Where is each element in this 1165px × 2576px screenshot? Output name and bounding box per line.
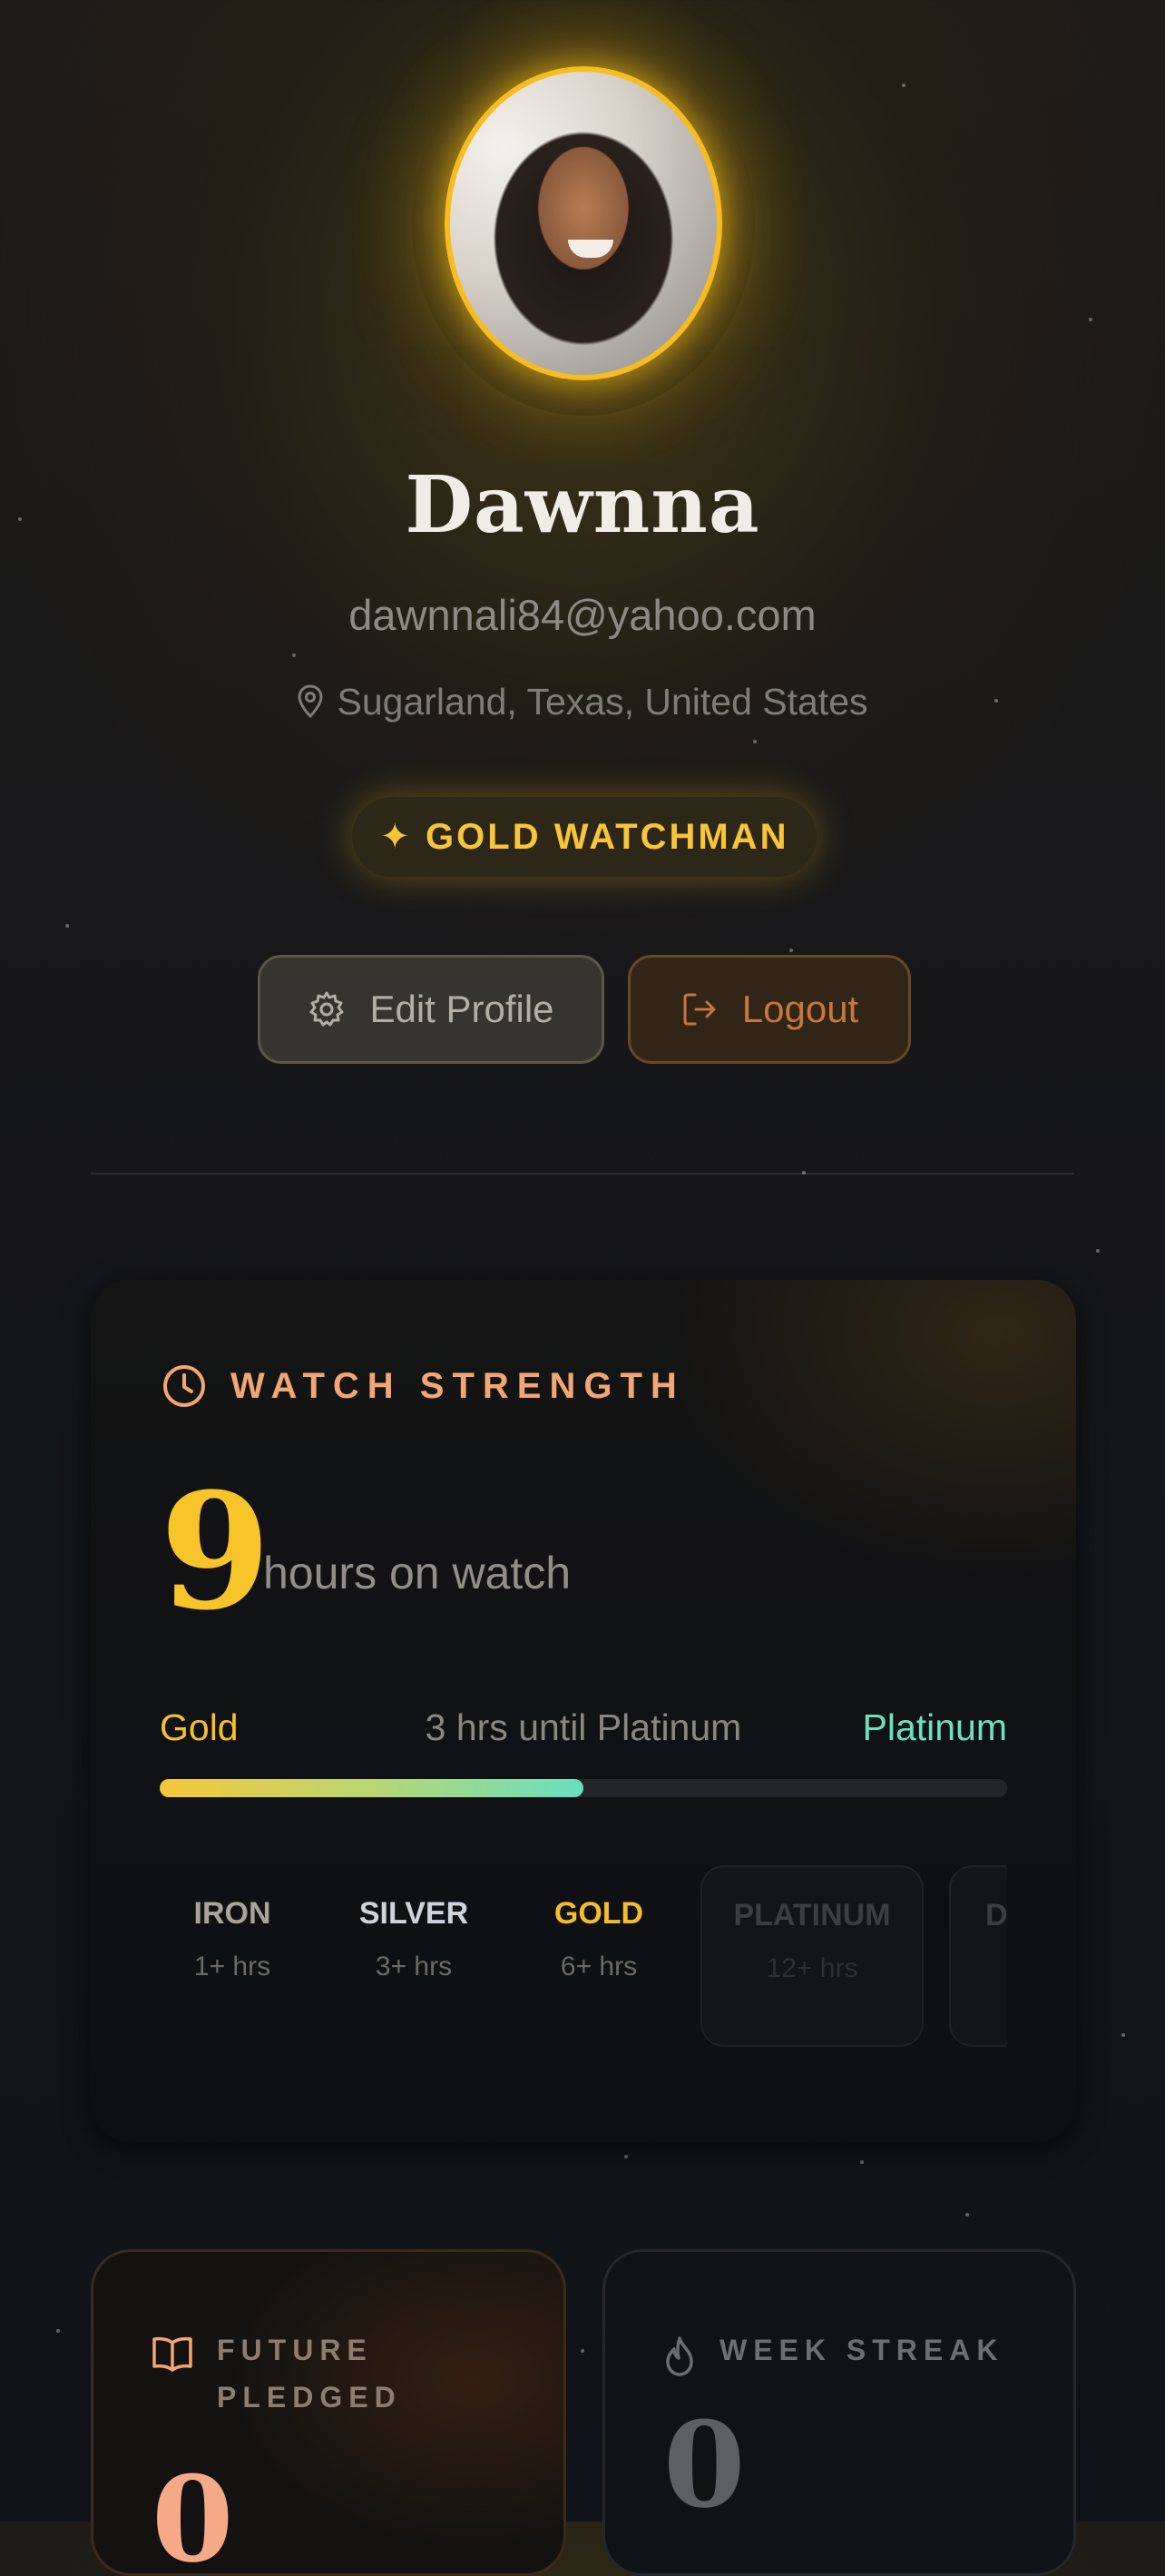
logout-icon bbox=[683, 993, 716, 1026]
tier-item-gold: GOLD 6+ hrs bbox=[526, 1865, 671, 2047]
next-tier-label: Platinum bbox=[862, 1706, 1007, 1748]
future-pledged-value: 0 bbox=[152, 2450, 234, 2576]
tier-progress-fill bbox=[160, 1779, 583, 1797]
tier-item-silver: SILVER 3+ hrs bbox=[341, 1865, 486, 2047]
edit-profile-button[interactable]: Edit Profile bbox=[258, 955, 604, 1064]
hours-on-watch-value: 9 bbox=[160, 1458, 271, 1646]
tier-list[interactable]: IRON 1+ hrs SILVER 3+ hrs GOLD 6+ hrs PL… bbox=[160, 1865, 1007, 2051]
tier-item-next: D bbox=[949, 1865, 1007, 2047]
location-text: Sugarland, Texas, United States bbox=[337, 681, 868, 723]
watch-strength-title: WATCH STRENGTH bbox=[230, 1365, 685, 1406]
sparkle-icon: ✦ bbox=[379, 817, 414, 857]
tier-item-platinum: PLATINUM 12+ hrs bbox=[700, 1865, 924, 2047]
week-streak-label: WEEK STREAK bbox=[720, 2334, 1004, 2366]
tier-hours: 12+ hrs bbox=[766, 1953, 858, 1983]
gear-icon bbox=[309, 991, 344, 1027]
rank-badge-label: GOLD WATCHMAN bbox=[426, 816, 789, 857]
future-pledged-card[interactable]: FUTURE PLEDGED 0 bbox=[91, 2249, 566, 2576]
tier-hours: 3+ hrs bbox=[375, 1952, 453, 1981]
logout-button[interactable]: Logout bbox=[628, 955, 911, 1064]
tier-progress-bar bbox=[160, 1779, 1007, 1797]
watch-strength-card: WATCH STRENGTH 9 hours on watch 3 hrs un… bbox=[91, 1280, 1076, 2142]
map-pin-icon bbox=[297, 684, 323, 719]
avatar-photo-detail bbox=[568, 240, 613, 258]
book-icon bbox=[152, 2336, 192, 2372]
tier-name: GOLD bbox=[553, 1896, 644, 1931]
edit-profile-label: Edit Profile bbox=[369, 988, 554, 1030]
tier-item-iron: IRON 1+ hrs bbox=[160, 1865, 305, 2047]
avatar[interactable] bbox=[445, 66, 722, 380]
tier-hours: 6+ hrs bbox=[560, 1952, 638, 1981]
profile-location: Sugarland, Texas, United States bbox=[0, 681, 1165, 723]
rank-badge: ✦ GOLD WATCHMAN bbox=[352, 797, 817, 877]
watch-strength-header: WATCH STRENGTH bbox=[162, 1363, 685, 1409]
week-streak-card[interactable]: WEEK STREAK 0 bbox=[602, 2249, 1076, 2576]
tier-hours: 1+ hrs bbox=[193, 1952, 271, 1981]
future-pledged-header: FUTURE PLEDGED bbox=[152, 2326, 402, 2421]
week-streak-value: 0 bbox=[663, 2395, 746, 2534]
tier-name: SILVER bbox=[358, 1896, 469, 1931]
future-pledged-label-line2: PLEDGED bbox=[217, 2381, 402, 2414]
flame-icon bbox=[666, 2336, 693, 2376]
tier-name: D bbox=[985, 1898, 1007, 1932]
profile-email: dawnnali84@yahoo.com bbox=[348, 591, 817, 639]
future-pledged-label-line1: FUTURE bbox=[217, 2334, 373, 2366]
logout-label: Logout bbox=[741, 988, 859, 1030]
section-divider bbox=[91, 1173, 1074, 1175]
clock-icon bbox=[163, 1365, 205, 1407]
hours-on-watch-label: hours on watch bbox=[263, 1548, 572, 1598]
profile-name: Dawnna bbox=[405, 459, 760, 551]
current-tier-label: Gold bbox=[160, 1706, 239, 1748]
week-streak-header: WEEK STREAK bbox=[663, 2326, 1003, 2377]
tier-name: PLATINUM bbox=[733, 1898, 891, 1932]
tier-name: IRON bbox=[193, 1896, 271, 1931]
